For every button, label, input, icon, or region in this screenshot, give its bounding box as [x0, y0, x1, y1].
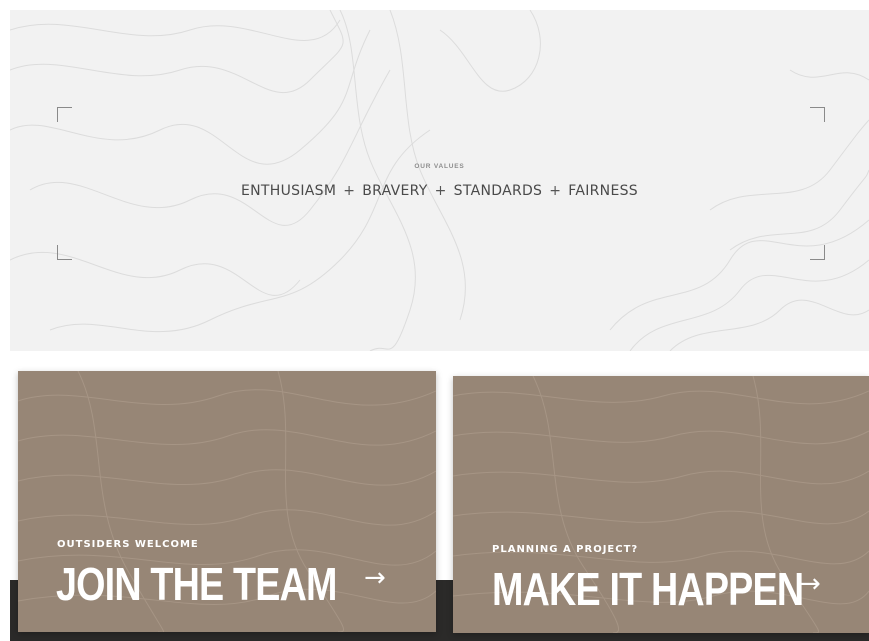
values-section: OUR VALUES ENTHUSIASM + BRAVERY + STANDARDS +…	[10, 10, 869, 351]
card-kicker: OUTSIDERS WELCOME	[57, 539, 199, 550]
value-fairness: FAIRNESS	[568, 183, 638, 199]
value-enthusiasm: ENTHUSIASM	[241, 183, 337, 199]
frame-corner-bottom-right	[810, 245, 825, 260]
frame-corner-top-left	[57, 107, 72, 122]
frame-corner-top-right	[810, 107, 825, 122]
value-separator: +	[343, 183, 356, 199]
arrow-right-icon[interactable]: →	[364, 563, 386, 593]
value-separator: +	[434, 183, 447, 199]
frame-corner-bottom-left	[57, 245, 72, 260]
card-kicker: PLANNING A PROJECT?	[492, 544, 639, 555]
make-it-happen-card[interactable]: PLANNING A PROJECT? MAKE IT HAPPEN →	[453, 376, 869, 633]
topographic-map-background	[10, 10, 869, 351]
value-standards: STANDARDS	[453, 183, 543, 199]
section-divider	[10, 351, 869, 355]
arrow-right-icon[interactable]: →	[799, 569, 821, 599]
value-bravery: BRAVERY	[362, 183, 428, 199]
values-eyebrow: OUR VALUES	[414, 163, 465, 170]
card-headline: MAKE IT HAPPEN	[492, 563, 804, 615]
value-separator: +	[549, 183, 562, 199]
card-headline: JOIN THE TEAM	[56, 558, 337, 610]
values-list: ENTHUSIASM + BRAVERY + STANDARDS + FAIRNESS	[10, 183, 869, 199]
join-the-team-card[interactable]: OUTSIDERS WELCOME JOIN THE TEAM →	[18, 371, 436, 632]
